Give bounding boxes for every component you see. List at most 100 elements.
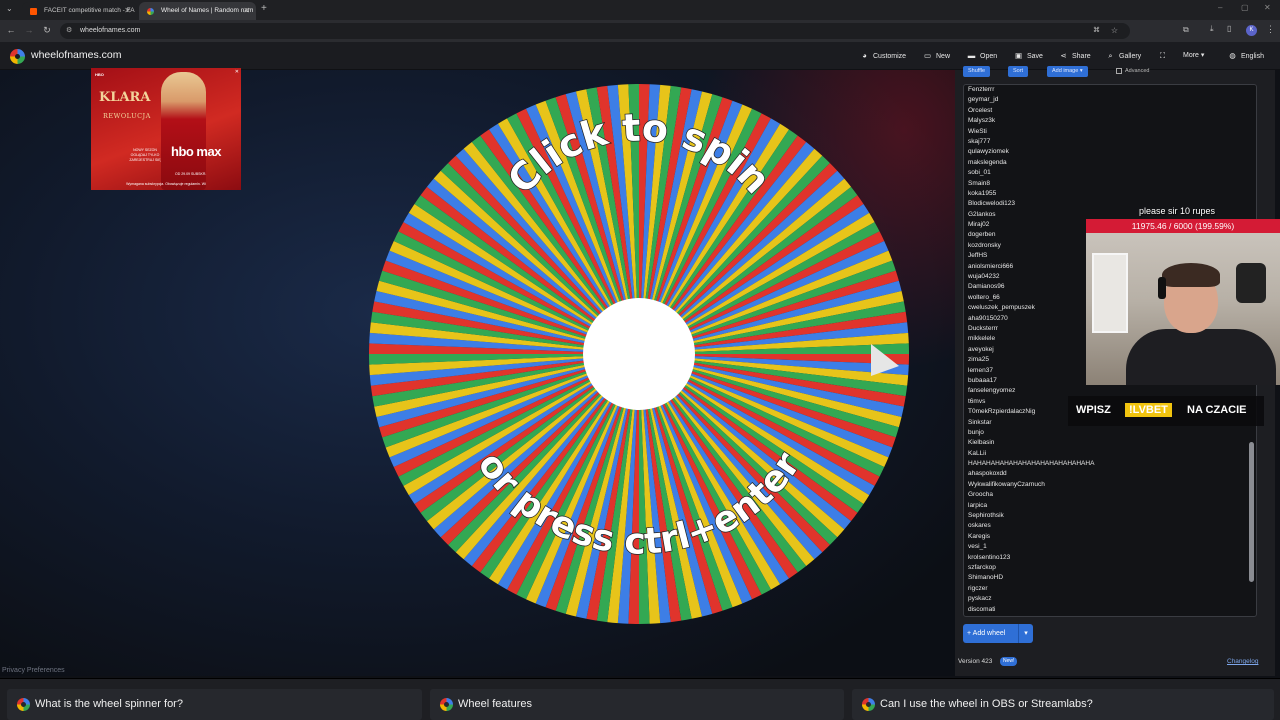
advanced-checkbox[interactable]: Advanced (1116, 66, 1149, 77)
sort-button[interactable]: Sort (1008, 66, 1029, 77)
customize-label: Customize (873, 53, 907, 60)
advertisement-banner[interactable]: HBO ✕ KLARA REWOLUCJA NOWY SEZON OGLĄDAJ… (91, 68, 241, 190)
language-selector[interactable]: ◍ English (1228, 51, 1264, 60)
site-info-icon[interactable]: ⚙ (66, 23, 72, 39)
entry-line[interactable]: WykwalifikowanyCzarnuch (968, 480, 1248, 490)
shuffle-label: Shuffle (968, 68, 986, 74)
wheel-logo-icon[interactable] (10, 49, 25, 64)
faq-wheel-purpose[interactable]: What is the wheel spinner for? (7, 689, 422, 720)
checkbox-icon[interactable] (1116, 67, 1122, 74)
add-wheel-dropdown-icon[interactable]: ▾ (1018, 624, 1033, 643)
promo-overlay: WPISZ !LVBET NA CZACIE (1068, 396, 1264, 426)
shuffle-button[interactable]: Shuffle (963, 66, 991, 77)
share-icon: ⋖ (1060, 51, 1067, 60)
entry-line[interactable]: Kielbasin (968, 438, 1248, 448)
entry-line[interactable]: ShimanoHD (968, 573, 1248, 583)
wheel-logo-icon (17, 698, 30, 711)
entry-line[interactable]: Malysz3k (968, 116, 1248, 126)
tab-list-chevron-icon[interactable]: ⌄ (6, 4, 13, 13)
entry-line[interactable]: skaj777 (968, 137, 1248, 147)
entry-line[interactable]: sobi_01 (968, 168, 1248, 178)
wheel-logo-icon (440, 698, 453, 711)
tab-faceit[interactable]: FACEIT competitive match - FA ✕ (22, 2, 137, 20)
translate-icon[interactable]: ⌘ (1093, 23, 1100, 39)
donation-progress-bar: 11975.46 / 6000 (199.59%) (1086, 219, 1280, 233)
faq-wheel-features[interactable]: Wheel features (430, 689, 844, 720)
entry-line[interactable]: ahaspokoxdd (968, 469, 1248, 479)
entry-line[interactable]: krolsentino123 (968, 553, 1248, 563)
close-icon[interactable]: ✕ (243, 2, 250, 20)
reload-icon[interactable]: ↻ (41, 25, 53, 36)
entry-line[interactable]: geymar_jd (968, 95, 1248, 105)
gallery-button[interactable]: ⌕ Gallery (1106, 51, 1141, 61)
entry-line[interactable]: qulawyziomek (968, 147, 1248, 157)
entry-line[interactable]: Groocha (968, 490, 1248, 500)
advanced-label: Advanced (1125, 68, 1150, 74)
wheel[interactable]: Click to spin or press ctrl+enter (363, 76, 915, 632)
streamer-body (1126, 329, 1276, 385)
entry-line[interactable]: vesi_1 (968, 542, 1248, 552)
window-close-icon[interactable]: ✕ (1264, 3, 1271, 12)
ad-close-icon[interactable]: ✕ (235, 69, 239, 75)
file-icon: ▭ (923, 51, 932, 60)
entry-line[interactable]: makslegenda (968, 158, 1248, 168)
scrollbar-thumb[interactable] (1249, 442, 1254, 582)
open-button[interactable]: ▬ Open (967, 51, 997, 60)
profile-avatar[interactable]: K (1246, 25, 1257, 36)
wheel-center-hub[interactable] (583, 298, 695, 410)
webcam-window (1092, 253, 1128, 333)
changelog-link[interactable]: Changelog (1227, 658, 1258, 665)
ad-brand: HBO (95, 72, 104, 77)
extensions-icon[interactable]: ⧉ (1183, 25, 1189, 35)
ad-badge: hbo max (171, 144, 221, 159)
back-arrow-icon[interactable]: ← (5, 25, 17, 35)
ad-subtitle: REWOLUCJA (103, 112, 151, 120)
more-dropdown[interactable]: More ▾ (1183, 51, 1204, 59)
url-field[interactable]: ⚙ wheelofnames.com ⌘ ☆ (60, 23, 1130, 39)
entry-line[interactable]: HAHAHAHAHAHAHAHAHAHAHAHAHAHA (968, 459, 1248, 469)
save-button[interactable]: ▣ Save (1014, 51, 1043, 60)
new-button[interactable]: ▭ New (923, 51, 950, 60)
entry-line[interactable]: KaLLii (968, 449, 1248, 459)
entry-line[interactable]: larpica (968, 501, 1248, 511)
entry-line[interactable]: discomati (968, 605, 1248, 615)
entry-line[interactable]: Karegis (968, 532, 1248, 542)
add-wheel-button[interactable]: + Add wheel ▾ (963, 624, 1033, 643)
entry-line[interactable]: pyskacz (968, 594, 1248, 604)
minimize-icon[interactable]: – (1218, 3, 1222, 12)
new-tab-plus-icon[interactable]: + (261, 3, 267, 14)
gallery-label: Gallery (1119, 53, 1142, 60)
privacy-preferences-link[interactable]: Privacy Preferences (2, 667, 65, 674)
entry-line[interactable]: Fenzterrr (968, 85, 1248, 95)
close-icon[interactable]: ✕ (124, 2, 131, 20)
entry-line[interactable]: oskares (968, 521, 1248, 531)
add-image-button[interactable]: Add image ▾ (1047, 66, 1088, 77)
tab-wheel-of-names[interactable]: Wheel of Names | Random nam ✕ (139, 2, 256, 20)
entry-line[interactable]: rigczer (968, 584, 1248, 594)
entry-line[interactable]: Sephirothsik (968, 511, 1248, 521)
entry-line[interactable]: koka1955 (968, 189, 1248, 199)
bookmark-star-icon[interactable]: ☆ (1111, 23, 1118, 39)
wheel-logo-icon (862, 698, 875, 711)
fullscreen-button[interactable]: ⛶ (1158, 51, 1171, 61)
browser-address-bar: ← → ↻ ⚙ wheelofnames.com ⌘ ☆ ⧉ ⤓ ▯ K ⋮ (0, 20, 1280, 42)
site-title[interactable]: wheelofnames.com (31, 49, 121, 61)
entry-line[interactable]: szfarckop (968, 563, 1248, 573)
entry-line[interactable]: bunjo (968, 428, 1248, 438)
maximize-icon[interactable]: ▢ (1241, 3, 1249, 12)
ad-title: KLARA (99, 90, 151, 105)
share-button[interactable]: ⋖ Share (1059, 51, 1091, 60)
browser-menu-icon[interactable]: ⋮ (1266, 24, 1275, 35)
entry-line[interactable]: WieSti (968, 127, 1248, 137)
download-icon[interactable]: ⤓ (1210, 24, 1214, 34)
entry-line[interactable]: Smain8 (968, 179, 1248, 189)
ad-title-line1: KLARA (99, 90, 151, 105)
wheel-graphic[interactable]: Click to spin or press ctrl+enter (363, 76, 915, 632)
entry-line[interactable]: Orcelest (968, 106, 1248, 116)
save-label: Save (1027, 53, 1043, 60)
faq-obs-streamlabs[interactable]: Can I use the wheel in OBS or Streamlabs… (852, 689, 1274, 720)
customize-button[interactable]: ◕ Customize (860, 51, 906, 60)
forward-arrow-icon[interactable]: → (23, 25, 35, 35)
share-label: Share (1072, 53, 1091, 60)
sidebar-icon[interactable]: ▯ (1227, 24, 1231, 33)
